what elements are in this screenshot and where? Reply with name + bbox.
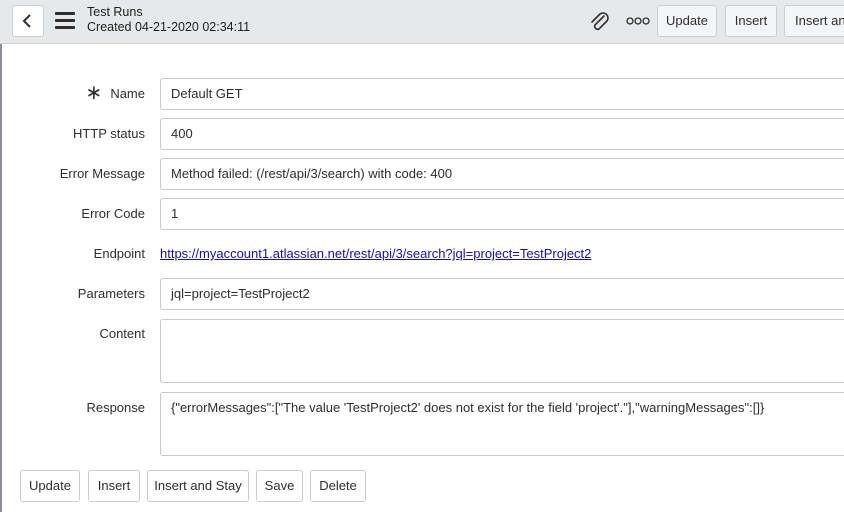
hamburger-menu-icon[interactable] — [55, 12, 75, 30]
created-timestamp: Created 04-21-2020 02:34:11 — [87, 20, 251, 34]
chevron-left-icon — [22, 14, 31, 28]
page-title: Test Runs — [87, 5, 143, 19]
error-message-field[interactable]: Method failed: (/rest/api/3/search) with… — [160, 158, 844, 190]
error-code-row: Error Code 1 — [0, 198, 844, 230]
name-label: ∗ Name — [85, 82, 145, 105]
insert-and-stay-button[interactable]: Insert and Stay — [147, 470, 249, 502]
endpoint-row: Endpoint https://myaccount1.atlassian.ne… — [0, 238, 844, 270]
content-row: Content — [0, 318, 844, 383]
parameters-field[interactable]: jql=project=TestProject2 — [160, 278, 844, 310]
response-row: Response {"errorMessages":["The value 'T… — [0, 392, 844, 456]
error-message-row: Error Message Method failed: (/rest/api/… — [0, 158, 844, 190]
name-field[interactable]: Default GET — [160, 78, 844, 110]
header-insert-and-stay-button[interactable]: Insert and Stay — [784, 5, 844, 37]
form-header: Test Runs Created 04-21-2020 02:34:11 Up… — [0, 0, 844, 44]
more-options-icon[interactable] — [626, 16, 650, 26]
header-insert-button[interactable]: Insert — [725, 5, 777, 37]
insert-button[interactable]: Insert — [88, 470, 140, 502]
update-button[interactable]: Update — [20, 470, 80, 502]
http-status-label: HTTP status — [72, 126, 145, 141]
back-button[interactable] — [12, 5, 44, 37]
header-update-button[interactable]: Update — [657, 5, 717, 37]
record-title: Test Runs Created 04-21-2020 02:34:11 — [87, 5, 250, 35]
endpoint-link[interactable]: https://myaccount1.atlassian.net/rest/ap… — [160, 246, 591, 261]
content-textarea[interactable] — [160, 319, 844, 383]
http-status-row: HTTP status 400 — [0, 118, 844, 150]
parameters-row: Parameters jql=project=TestProject2 — [0, 278, 844, 310]
delete-button[interactable]: Delete — [310, 470, 366, 502]
save-button[interactable]: Save — [256, 470, 303, 502]
response-textarea[interactable]: {"errorMessages":["The value 'TestProjec… — [160, 392, 844, 456]
required-marker: ∗ — [85, 82, 103, 105]
error-message-label: Error Message — [59, 166, 145, 181]
error-code-label: Error Code — [81, 206, 145, 221]
response-label: Response — [86, 400, 145, 415]
http-status-field[interactable]: 400 — [160, 118, 844, 150]
paperclip-icon[interactable] — [589, 10, 611, 32]
name-row: ∗ Name Default GET — [0, 78, 844, 110]
content-label: Content — [99, 326, 145, 341]
parameters-label: Parameters — [77, 286, 145, 301]
error-code-field[interactable]: 1 — [160, 198, 844, 230]
endpoint-label: Endpoint — [93, 246, 145, 261]
